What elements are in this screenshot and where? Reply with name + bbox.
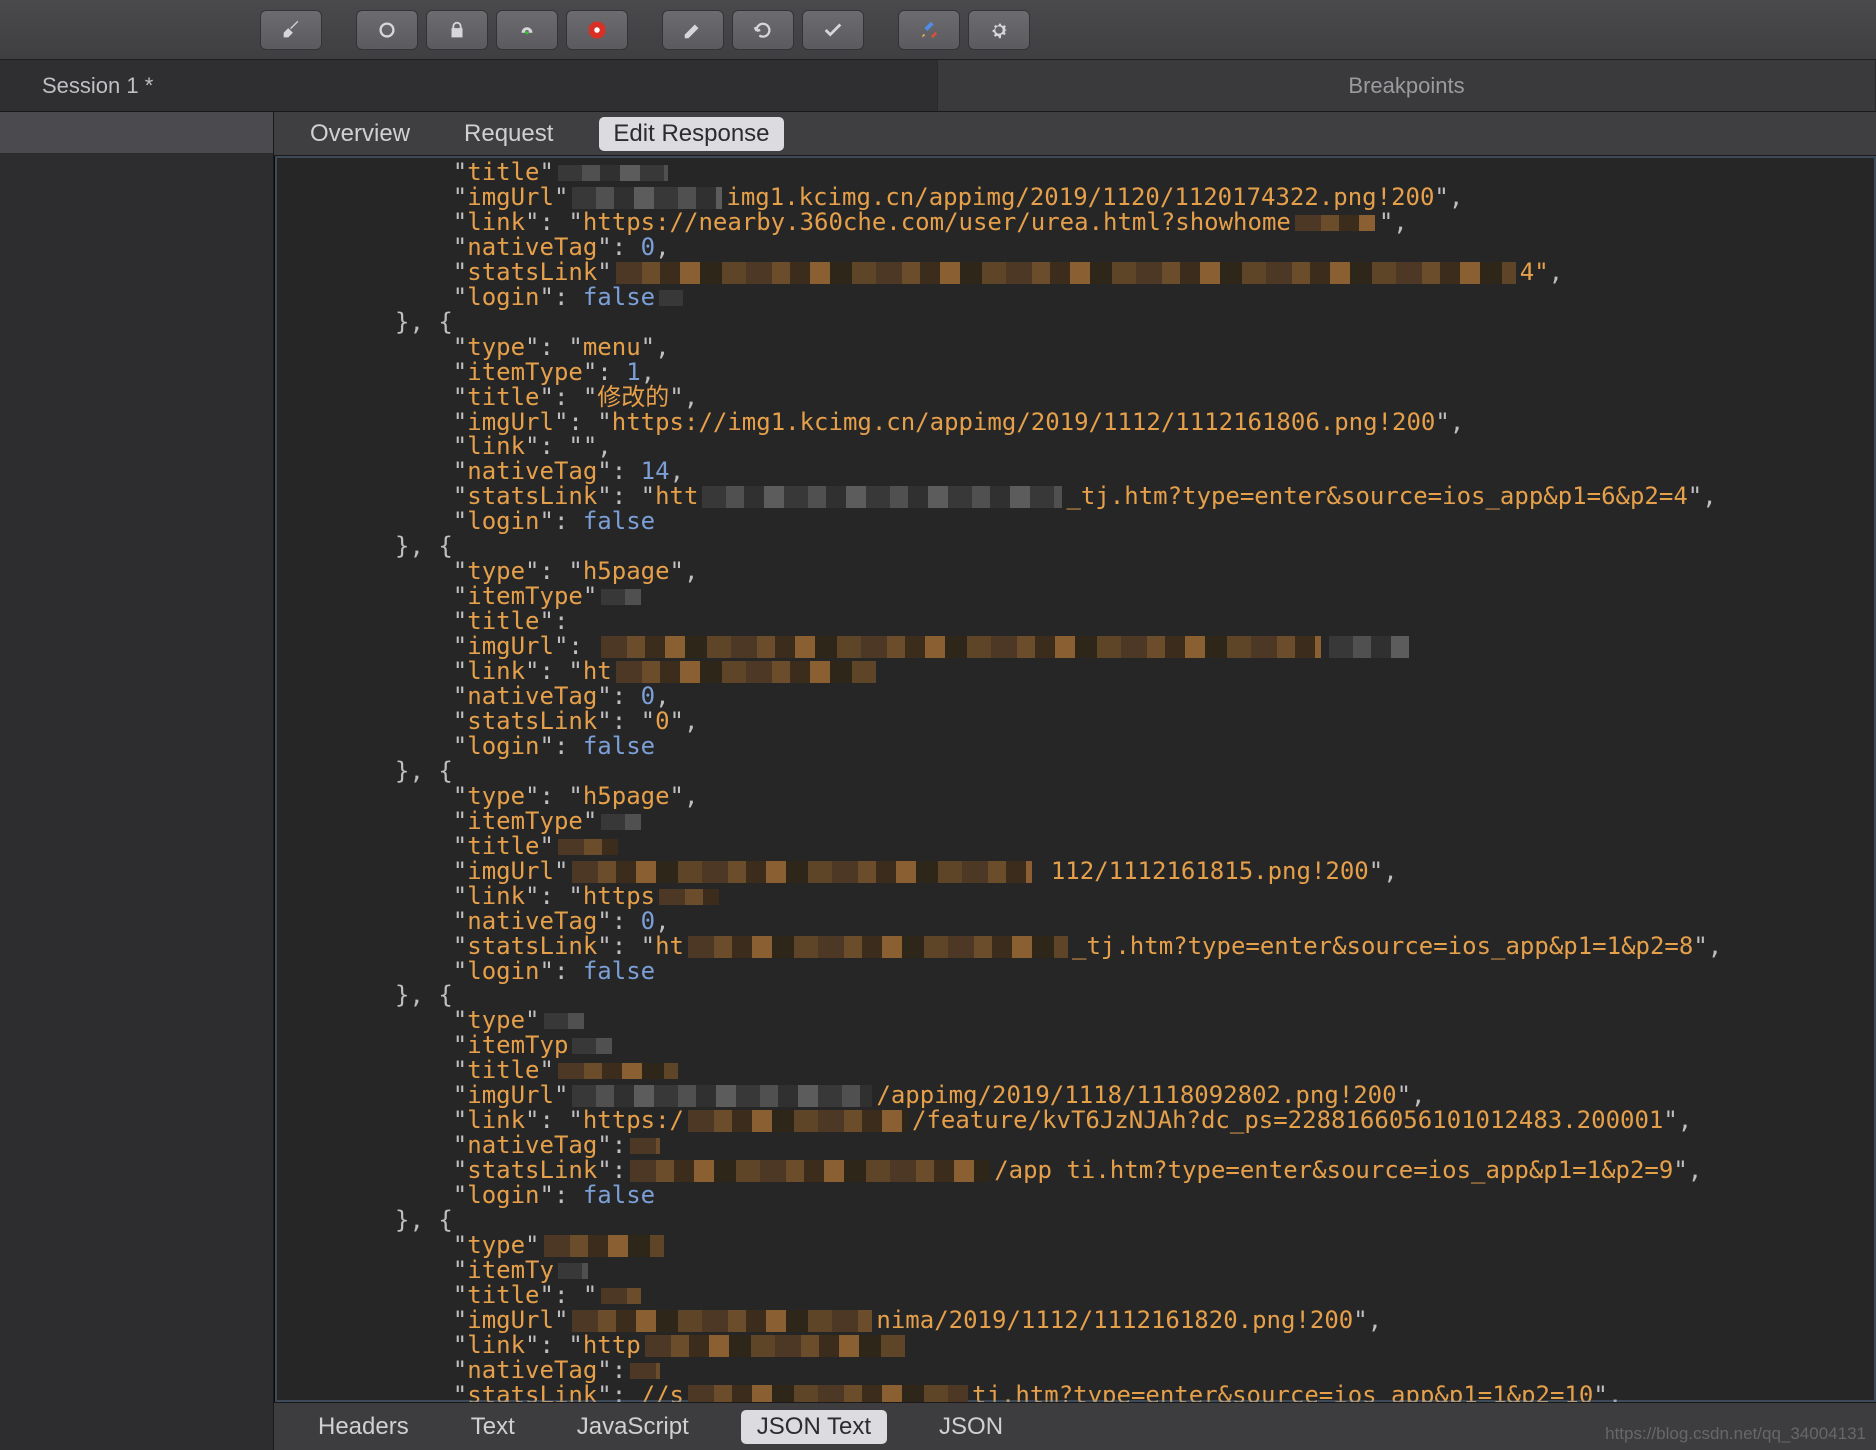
broom-icon[interactable]: [260, 10, 322, 50]
bottomtab-text[interactable]: Text: [461, 1409, 525, 1445]
tab-session[interactable]: Session 1 *: [0, 60, 938, 111]
bottomtab-json[interactable]: JSON: [929, 1409, 1013, 1445]
json-editor[interactable]: "title" "imgUrl"img1.kcimg.cn/appimg/201…: [274, 156, 1876, 1402]
stop-icon[interactable]: [566, 10, 628, 50]
json-text[interactable]: "title" "imgUrl"img1.kcimg.cn/appimg/201…: [275, 156, 1876, 1402]
left-sidebar: [0, 112, 274, 1450]
bottomtab-javascript[interactable]: JavaScript: [567, 1409, 699, 1445]
top-toolbar: [0, 0, 1876, 60]
document-tabs: Session 1 * Breakpoints: [0, 60, 1876, 112]
sidebar-selected-row[interactable]: [0, 112, 273, 154]
subtab-request[interactable]: Request: [456, 116, 561, 152]
tools-icon[interactable]: [898, 10, 960, 50]
throttle-icon[interactable]: [496, 10, 558, 50]
redo-icon[interactable]: [732, 10, 794, 50]
subtab-edit-response[interactable]: Edit Response: [599, 117, 783, 151]
watermark-text: https://blog.csdn.net/qq_34004131: [1605, 1424, 1866, 1444]
lock-icon[interactable]: [426, 10, 488, 50]
gear-icon[interactable]: [968, 10, 1030, 50]
bottomtab-headers[interactable]: Headers: [308, 1409, 419, 1445]
tab-breakpoints[interactable]: Breakpoints: [938, 60, 1876, 111]
record-icon[interactable]: [356, 10, 418, 50]
inspector-tabs: Overview Request Edit Response: [274, 112, 1876, 156]
subtab-overview[interactable]: Overview: [302, 116, 418, 152]
check-icon[interactable]: [802, 10, 864, 50]
edit-icon[interactable]: [662, 10, 724, 50]
bottomtab-json-text[interactable]: JSON Text: [741, 1410, 887, 1444]
